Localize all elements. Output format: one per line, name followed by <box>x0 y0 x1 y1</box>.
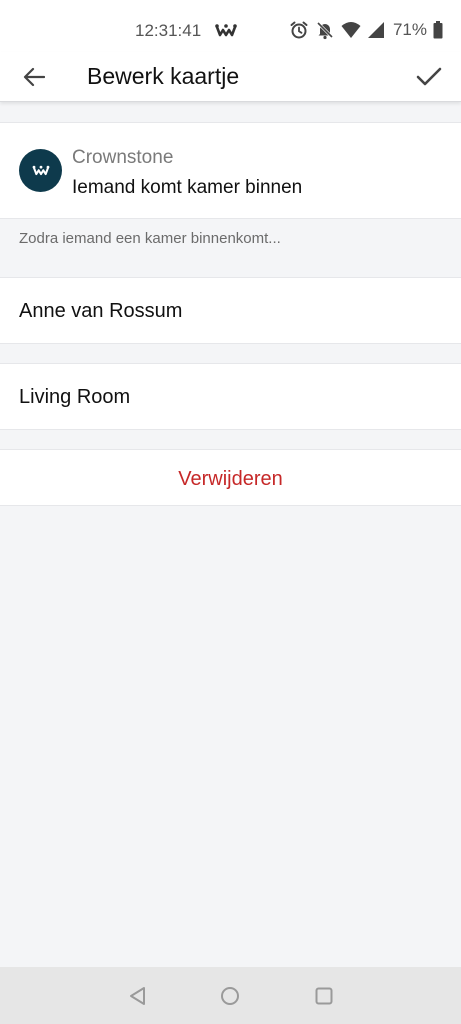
signal-icon <box>367 21 385 39</box>
back-button[interactable] <box>14 60 54 94</box>
arrow-back-icon <box>23 67 45 87</box>
square-recent-icon <box>315 987 333 1005</box>
trigger-provider: Crownstone <box>72 147 174 168</box>
status-icons: 71% <box>289 20 443 40</box>
status-bar: 12:31:41 71% <box>0 0 461 52</box>
alarm-icon <box>289 20 309 40</box>
system-nav-bar <box>0 967 461 1024</box>
room-field[interactable]: Living Room <box>0 363 461 430</box>
circle-home-icon <box>221 987 239 1005</box>
nav-back-button[interactable] <box>125 983 151 1009</box>
person-label: Anne van Rossum <box>19 300 183 322</box>
app-bar: Bewerk kaartje <box>0 52 461 102</box>
status-time: 12:31:41 <box>135 21 202 40</box>
battery-percent: 71% <box>392 20 427 39</box>
trigger-hint: Zodra iemand een kamer binnenkomt... <box>19 230 281 247</box>
nav-recent-button[interactable] <box>311 983 337 1009</box>
person-field[interactable]: Anne van Rossum <box>0 277 461 344</box>
crownstone-app-icon <box>215 22 237 40</box>
triangle-back-icon <box>130 987 145 1005</box>
room-label: Living Room <box>19 386 131 408</box>
trigger-text: Iemand komt kamer binnen <box>72 177 303 198</box>
nav-home-button[interactable] <box>217 983 243 1009</box>
delete-button[interactable]: Verwijderen <box>0 449 461 506</box>
screen: 12:31:41 71% Bewerk kaartje Crownstone I… <box>0 0 461 1024</box>
crownstone-avatar <box>19 149 62 192</box>
crownstone-logo-icon <box>32 165 49 175</box>
wifi-icon <box>341 21 361 39</box>
confirm-button[interactable] <box>409 58 449 96</box>
delete-label: Verwijderen <box>178 468 283 490</box>
notifications-off-icon <box>315 20 335 40</box>
page-title: Bewerk kaartje <box>87 63 240 89</box>
check-icon <box>416 67 442 86</box>
trigger-card[interactable]: Crownstone Iemand komt kamer binnen <box>0 122 461 219</box>
battery-icon <box>433 21 443 39</box>
